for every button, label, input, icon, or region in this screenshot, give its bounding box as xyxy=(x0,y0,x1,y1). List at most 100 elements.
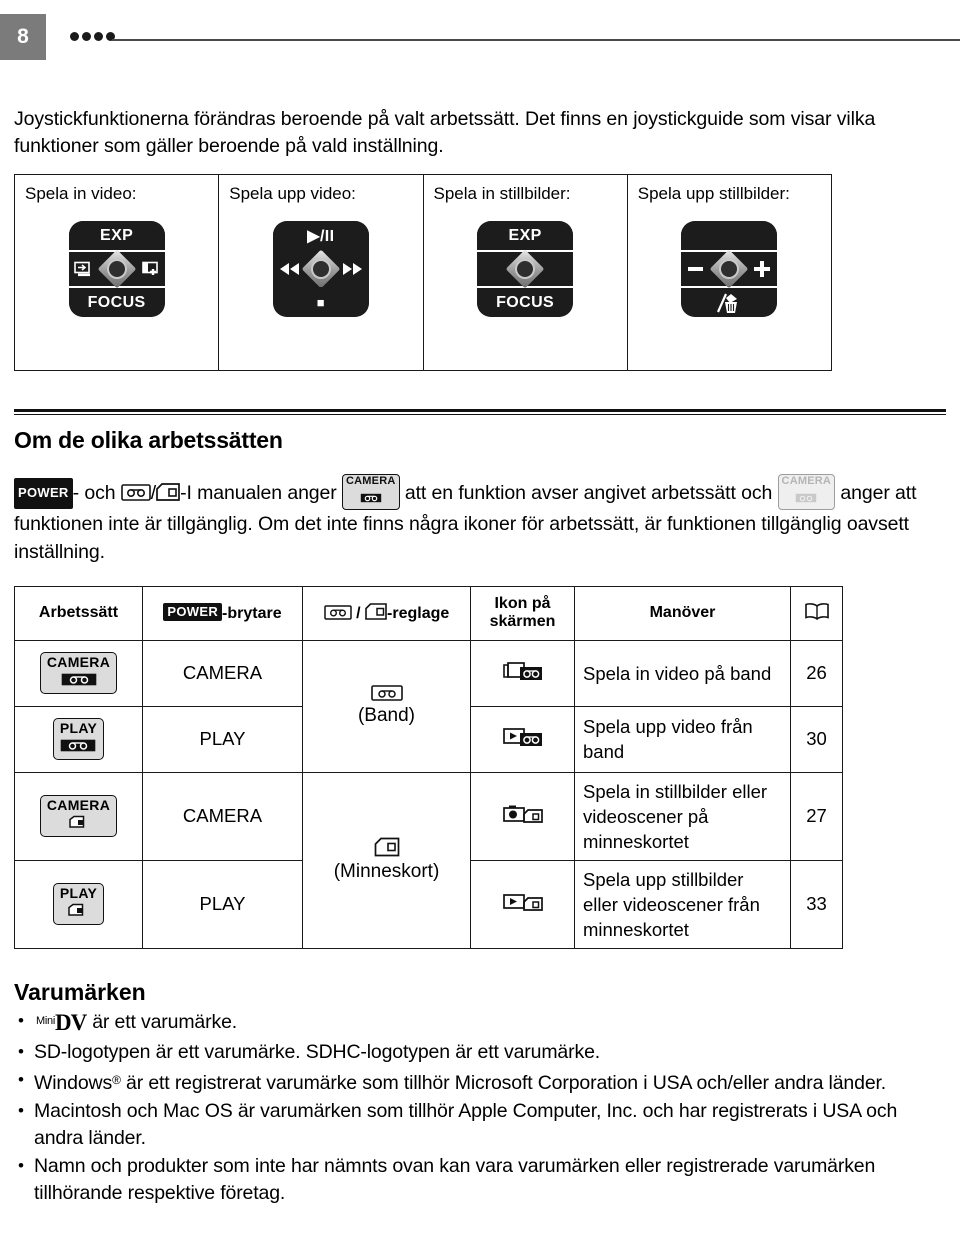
list-item-text-before: Windows xyxy=(34,1071,113,1094)
pad-middle-row xyxy=(68,249,165,289)
list-item: Namn och produkter som inte har nämnts o… xyxy=(14,1152,946,1207)
power-badge: POWER xyxy=(163,603,223,621)
screen-icon-cell xyxy=(470,859,575,949)
chip-label: CAMERA xyxy=(781,474,832,487)
page-ref: 33 xyxy=(790,859,843,949)
joystick-pad-record-video: EXP FOCUS xyxy=(68,221,165,317)
joystick-pad-play-stills xyxy=(681,221,778,317)
media-switch-label: (Band) xyxy=(357,705,416,726)
rewind-icon xyxy=(278,262,302,276)
camcorder-tape-icon xyxy=(502,661,544,686)
list-item-text: SD-logotypen är ett varumärke. SDHC-logo… xyxy=(34,1040,601,1063)
joystick-pad-play-video: ▶/II ■ xyxy=(272,221,369,317)
media-switch-card: (Minneskort) xyxy=(302,771,471,949)
photo-card-icon xyxy=(502,805,544,829)
page-ref: 30 xyxy=(790,705,843,773)
play-tape-icon xyxy=(502,727,544,752)
joystick-caption: Spela in stillbilder: xyxy=(433,184,571,203)
intro-paragraph: Joystickfunktionerna förändras beroende … xyxy=(14,108,876,157)
backlight-plus-icon xyxy=(140,261,160,277)
pad-top-label: ▶/II xyxy=(272,221,369,251)
slash-separator: / xyxy=(351,605,366,622)
power-switch-value: CAMERA xyxy=(142,639,303,707)
dpad-icon xyxy=(97,249,136,289)
memory-card-icon xyxy=(365,603,387,620)
minidv-mini-text: Mini xyxy=(36,1014,55,1027)
joystick-caption: Spela in video: xyxy=(25,184,137,203)
play-card-icon xyxy=(502,893,544,917)
mode-chip-cell: PLAY xyxy=(14,859,143,949)
pad-bottom-label: FOCUS xyxy=(68,288,165,317)
header-screen-line1: Ikon på xyxy=(494,595,551,612)
header-media-suffix: -reglage xyxy=(387,605,450,622)
table-header-row: Arbetssätt POWER -brytare / -reglage Ikon… xyxy=(14,585,843,641)
header-power-switch: POWER -brytare xyxy=(142,585,303,641)
chip-label: CAMERA xyxy=(346,474,396,487)
dpad-icon xyxy=(710,249,749,289)
fade-out-icon xyxy=(73,261,94,277)
power-switch-value: CAMERA xyxy=(142,771,303,861)
mode-chip-cell: PLAY xyxy=(14,705,143,773)
header-screen-icon: Ikon på skärmen xyxy=(470,585,575,641)
par-text-1: - och xyxy=(72,481,121,504)
minidv-logo-icon: MiniDV xyxy=(36,1008,87,1038)
plus-icon xyxy=(752,261,772,277)
erase-icon xyxy=(681,288,778,317)
screen-icon-cell xyxy=(470,639,575,707)
power-badge: POWER xyxy=(14,477,73,509)
table-row: CAMERA CAMERA (Minneskort) Spela in stil… xyxy=(14,771,843,949)
tape-icon xyxy=(323,605,352,620)
par-text-3: att en funktion avser angivet arbetssätt… xyxy=(399,481,778,504)
tape-icon xyxy=(120,483,151,501)
operation-text: Spela upp stillbilder eller videoscener … xyxy=(574,859,791,949)
tape-icon xyxy=(47,671,110,690)
operation-text: Spela in stillbilder eller videoscener p… xyxy=(574,771,791,861)
pad-top-label-empty xyxy=(681,221,778,250)
page-ref: 26 xyxy=(790,639,843,707)
pad-top-label: EXP xyxy=(477,221,574,250)
tape-icon xyxy=(60,737,97,756)
book-icon xyxy=(804,602,830,621)
header-rule xyxy=(70,32,960,41)
trademarks-title: Varumärken xyxy=(14,978,146,1005)
tape-icon xyxy=(346,488,395,508)
pad-middle-row xyxy=(681,249,778,289)
header-media-switch: / -reglage xyxy=(302,585,471,641)
memory-card-icon xyxy=(311,837,462,857)
joystick-caption: Spela upp stillbilder: xyxy=(637,184,790,203)
chip-label: PLAY xyxy=(59,720,98,737)
minidv-dv-text: DV xyxy=(54,1009,87,1035)
chip-label: CAMERA xyxy=(46,654,111,671)
power-switch-value: PLAY xyxy=(142,859,303,949)
minus-icon xyxy=(686,262,706,276)
power-switch-value: PLAY xyxy=(142,705,303,773)
chip-label: CAMERA xyxy=(46,797,111,814)
header-mode: Arbetssätt xyxy=(14,585,143,641)
camera-mode-chip-disabled: CAMERA xyxy=(777,473,836,510)
modes-section-title: Om de olika arbetssätten xyxy=(14,427,283,453)
joystick-caption: Spela upp video: xyxy=(229,184,356,203)
header-operation: Manöver xyxy=(574,585,791,641)
table-row: CAMERA CAMERA (Band) Spela in video på b… xyxy=(14,639,843,773)
fast-forward-icon xyxy=(340,262,364,276)
list-item: SD-logotypen är ett varumärke. SDHC-logo… xyxy=(14,1038,946,1066)
memory-card-icon xyxy=(60,902,97,921)
list-item: MiniDVär ett varumärke. xyxy=(14,1007,946,1038)
operation-text: Spela upp video från band xyxy=(574,705,791,773)
modes-table: Arbetssätt POWER -brytare / -reglage Ikon… xyxy=(14,585,843,949)
pad-middle-row xyxy=(477,249,574,289)
pad-bottom-label: ■ xyxy=(272,287,369,317)
page-number-badge: 8 xyxy=(0,14,46,60)
list-item-text-after: är ett registrerat varumärke som tillhör… xyxy=(120,1071,887,1094)
memory-card-icon xyxy=(47,814,110,833)
page-ref: 27 xyxy=(790,771,843,861)
mode-chip-play-card: PLAY xyxy=(52,883,105,925)
mode-chip-cell: CAMERA xyxy=(14,639,143,707)
dpad-icon xyxy=(301,249,341,289)
screen-icon-cell xyxy=(470,771,575,861)
tape-icon xyxy=(311,685,462,701)
list-item: Macintosh och Mac OS är varumärken som t… xyxy=(14,1097,946,1152)
dpad-icon xyxy=(505,249,545,289)
joystick-cell-record-stills: Spela in stillbilder: EXP FOCUS xyxy=(422,174,628,371)
mode-chip-cell: CAMERA xyxy=(14,771,143,861)
